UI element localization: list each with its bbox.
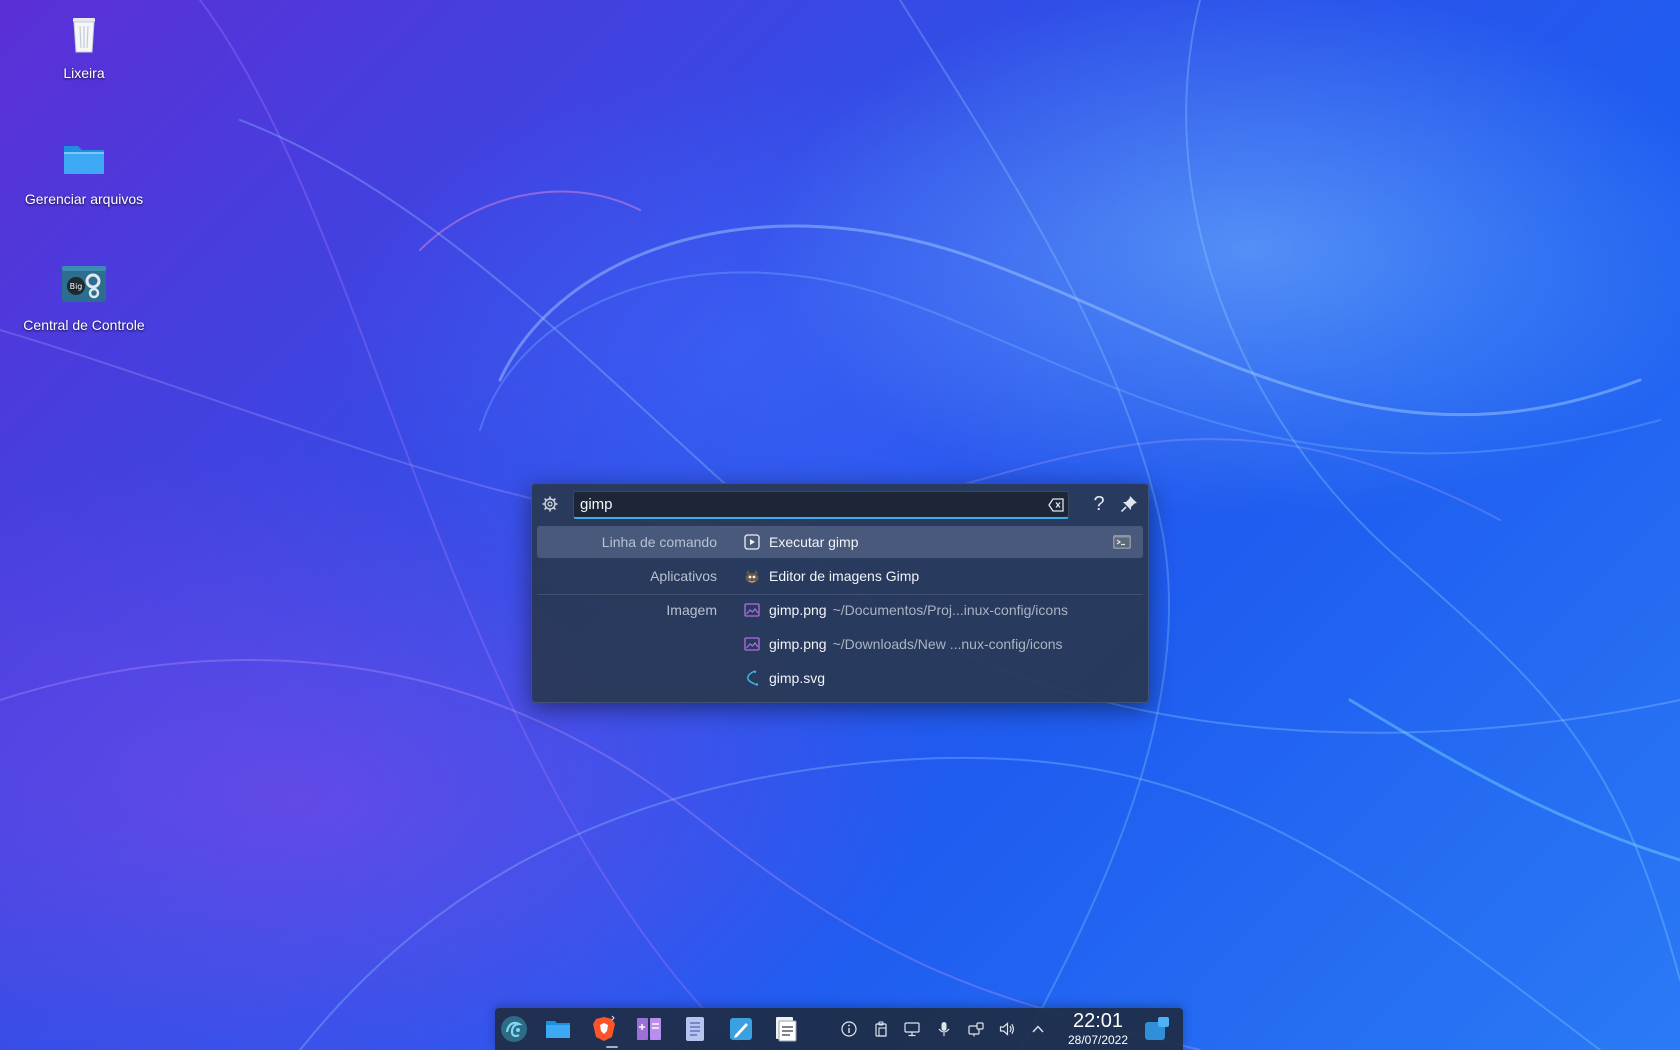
- desktop-icon-label: Gerenciar arquivos: [24, 191, 144, 207]
- result-category: Imagem: [666, 602, 717, 618]
- result-title: gimp.svg: [769, 662, 825, 694]
- svg-text:Big: Big: [70, 282, 83, 291]
- pin-icon[interactable]: [1120, 495, 1138, 513]
- desktop-icon-control-center[interactable]: Big Central de Controle: [9, 260, 159, 333]
- result-row[interactable]: gimp.png ~/Downloads/New ...nux-config/ic…: [537, 628, 1143, 660]
- desktop-icon-label: Central de Controle: [23, 317, 145, 333]
- document-viewer-icon[interactable]: [681, 1015, 709, 1043]
- krunner-window: ? Linha de comando Executar gimp Apl: [531, 483, 1149, 703]
- notes-icon[interactable]: [727, 1015, 755, 1043]
- gimp-icon: [745, 570, 759, 583]
- desktop-icon-label: Lixeira: [63, 65, 105, 81]
- result-title: gimp.png ~/Documentos/Proj...inux-config/…: [769, 594, 1068, 626]
- chevron-up-icon[interactable]: [1030, 1021, 1046, 1037]
- result-title-text: Executar gimp: [769, 534, 859, 550]
- run-command-icon: [744, 534, 760, 550]
- trash-icon: [73, 18, 95, 53]
- svg-file-icon: [747, 670, 759, 686]
- network-icon[interactable]: [968, 1021, 984, 1037]
- clock-time[interactable]: 22:01: [1058, 1010, 1138, 1032]
- clear-text-icon[interactable]: [1048, 497, 1064, 513]
- result-row[interactable]: Linha de comando Executar gimp: [537, 526, 1143, 558]
- help-button[interactable]: ?: [1088, 493, 1110, 515]
- terminal-icon[interactable]: [1112, 534, 1132, 550]
- taskbar: 22:01 28/07/2022: [495, 1008, 1183, 1050]
- clipboard-icon[interactable]: [873, 1021, 889, 1037]
- info-icon[interactable]: [841, 1021, 857, 1037]
- scanner-icon[interactable]: [772, 1015, 800, 1043]
- result-title: Editor de imagens Gimp: [769, 560, 919, 592]
- folder-icon: [64, 146, 104, 174]
- microphone-icon[interactable]: [936, 1021, 952, 1037]
- result-row[interactable]: Aplicativos Editor de imagens Gimp: [537, 560, 1143, 592]
- result-title-text: gimp.png: [769, 636, 827, 652]
- result-path: ~/Downloads/New ...nux-config/icons: [832, 636, 1063, 652]
- desktop-icon-file-manager[interactable]: Gerenciar arquivos: [9, 134, 159, 207]
- krunner-search-bar: ?: [532, 484, 1148, 524]
- clock-date[interactable]: 28/07/2022: [1058, 1033, 1138, 1047]
- result-row[interactable]: gimp.svg: [537, 662, 1143, 694]
- active-window-indicator: [606, 1046, 618, 1048]
- control-center-icon: Big: [62, 266, 106, 302]
- result-category: [537, 628, 717, 660]
- image-file-icon: [744, 637, 760, 651]
- image-file-icon: [744, 603, 760, 617]
- search-input[interactable]: [573, 491, 1069, 519]
- kate-editor-icon[interactable]: [635, 1015, 663, 1043]
- result-category: [537, 662, 717, 694]
- desktop-icon-trash[interactable]: Lixeira: [9, 8, 159, 81]
- result-title-text: gimp.png: [769, 602, 827, 618]
- result-row[interactable]: Imagem gimp.png ~/Documentos/Proj...inux-…: [537, 594, 1143, 626]
- app-launcher-icon[interactable]: [500, 1015, 528, 1043]
- result-title: Executar gimp: [769, 526, 858, 558]
- brave-browser-icon[interactable]: [590, 1015, 618, 1043]
- gear-icon[interactable]: [542, 496, 558, 512]
- desktop: Lixeira Gerenciar arquivos Big Central d…: [0, 0, 1680, 1050]
- result-title-text: Editor de imagens Gimp: [769, 568, 920, 584]
- result-category: Linha de comando: [601, 534, 717, 550]
- result-category: Aplicativos: [650, 568, 717, 584]
- result-title: gimp.png ~/Downloads/New ...nux-config/ic…: [769, 628, 1063, 660]
- show-desktop-icon[interactable]: [1143, 1015, 1171, 1043]
- volume-icon[interactable]: [999, 1021, 1015, 1037]
- display-icon[interactable]: [904, 1021, 920, 1037]
- result-path: ~/Documentos/Proj...inux-config/icons: [832, 602, 1068, 618]
- result-title-text: gimp.svg: [769, 670, 826, 686]
- file-manager-icon[interactable]: [544, 1015, 572, 1043]
